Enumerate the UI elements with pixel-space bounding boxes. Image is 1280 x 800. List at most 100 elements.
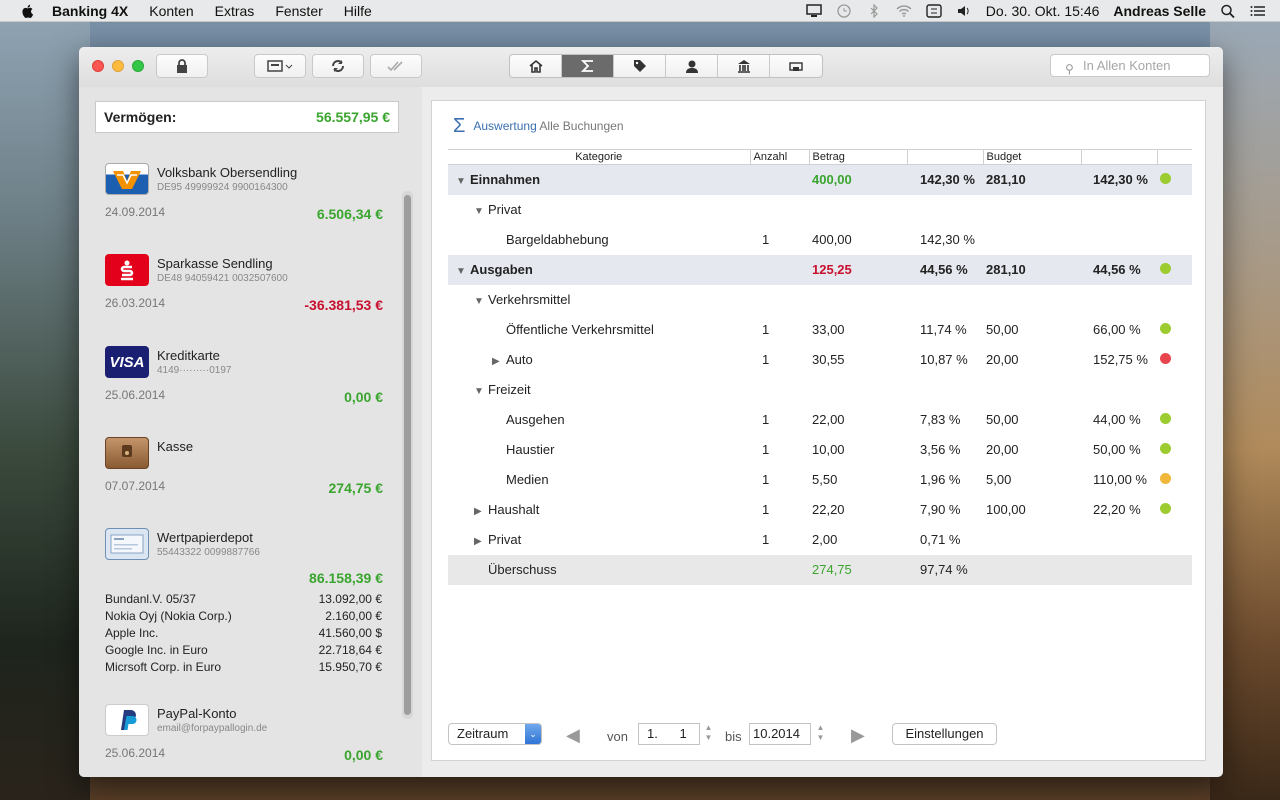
spotlight-icon[interactable] [1220, 4, 1236, 18]
zoom-button[interactable] [132, 60, 144, 72]
disclosure-open-icon[interactable]: ▼ [456, 176, 470, 187]
category-cell: Ausgehen [448, 405, 750, 435]
table-row[interactable]: ▼ Privat [448, 195, 1192, 225]
table-row[interactable]: Medien 1 5,50 1,96 % 5,00 110,00 % [448, 465, 1192, 495]
notification-center-icon[interactable] [1250, 4, 1266, 18]
search-placeholder: In Allen Konten [1083, 58, 1171, 73]
col-status[interactable] [1157, 149, 1192, 165]
evaluation-subtitle: Alle Buchungen [539, 119, 624, 133]
scrollbar-thumb[interactable] [404, 195, 411, 715]
period-select[interactable]: Zeitraum ⌄ [448, 723, 542, 745]
account-balance: -36.381,53 € [304, 297, 383, 313]
sync-button[interactable] [312, 54, 364, 78]
minimize-button[interactable] [112, 60, 124, 72]
status-cell [1157, 345, 1192, 375]
category-name: Ausgehen [506, 412, 565, 427]
apple-icon[interactable] [20, 3, 36, 19]
disclosure-open-icon[interactable]: ▼ [456, 266, 470, 277]
disclosure-closed-icon[interactable]: ▶ [474, 536, 488, 547]
from-date-stepper[interactable]: ▲ ▼ [703, 723, 714, 745]
table-row[interactable]: ▶ Auto 1 30,55 10,87 % 20,00 152,75 % [448, 345, 1192, 375]
to-date-stepper[interactable]: ▲ ▼ [815, 723, 826, 745]
tab-home[interactable] [510, 55, 562, 77]
menu-konten[interactable]: Konten [149, 3, 193, 19]
table-row[interactable]: ▼ Verkehrsmittel [448, 285, 1192, 315]
menu-extras[interactable]: Extras [215, 3, 255, 19]
table-row[interactable]: Öffentliche Verkehrsmittel 1 33,00 11,74 % 5… [448, 315, 1192, 345]
printer-icon [789, 62, 803, 71]
holding-row[interactable]: Micrsoft Corp. in Euro 15.950,70 € [105, 660, 382, 674]
previous-period-arrow[interactable]: ◀ [566, 726, 580, 744]
tab-banks[interactable] [718, 55, 770, 77]
close-button[interactable] [92, 60, 104, 72]
disclosure-open-icon[interactable]: ▼ [474, 296, 488, 307]
disclosure-open-icon[interactable]: ▼ [474, 386, 488, 397]
table-row[interactable]: ▼ Einnahmen 400,00 142,30 % 281,10 142,30 % [448, 164, 1192, 195]
account-name: Sparkasse Sendling [157, 256, 273, 271]
col-kategorie[interactable]: Kategorie [448, 149, 751, 165]
amount-cell: 400,00 [809, 164, 907, 195]
menubar-user[interactable]: Andreas Selle [1113, 3, 1206, 19]
bluetooth-icon[interactable] [866, 3, 882, 18]
menu-fenster[interactable]: Fenster [275, 3, 322, 19]
lock-button[interactable] [156, 54, 208, 78]
budget-cell: 281,10 [983, 164, 1081, 195]
menu-hilfe[interactable]: Hilfe [344, 3, 372, 19]
table-row[interactable]: ▶ Haushalt 1 22,20 7,90 % 100,00 22,20 % [448, 495, 1192, 525]
col-anzahl[interactable]: Anzahl [750, 149, 810, 165]
period-select-value: Zeitraum [457, 726, 509, 741]
search-field[interactable]: ⚲ In Allen Konten [1050, 54, 1210, 77]
col-betrag[interactable]: Betrag [809, 149, 908, 165]
settings-button[interactable]: Einstellungen [892, 723, 997, 745]
holding-value: 13.092,00 € [318, 592, 382, 606]
table-row[interactable]: ▶ Privat 1 2,00 0,71 % [448, 525, 1192, 555]
holding-row[interactable]: Apple Inc. 41.560,00 $ [105, 626, 382, 640]
view-switcher [509, 54, 823, 78]
table-row[interactable]: ▼ Ausgaben 125,25 44,56 % 281,10 44,56 % [448, 254, 1192, 285]
budget-pct-cell [1081, 285, 1157, 315]
col-betrag-pct[interactable] [907, 149, 984, 165]
to-date-field[interactable]: 10.2014 [749, 723, 811, 745]
tab-print[interactable] [770, 55, 822, 77]
table-row[interactable]: Ausgehen 1 22,00 7,83 % 50,00 44,00 % [448, 405, 1192, 435]
from-date-field[interactable]: 1. 1 [638, 723, 700, 745]
category-cell: Medien [448, 465, 750, 495]
menubar-clock[interactable]: Do. 30. Okt. 15:46 [986, 3, 1100, 19]
col-budget-pct[interactable] [1081, 149, 1158, 165]
account-name: Kasse [157, 439, 194, 454]
sidebar-scrollbar[interactable] [402, 191, 413, 719]
table-row[interactable]: ▼ Freizeit [448, 375, 1192, 405]
evaluation-title: Auswertung [473, 119, 537, 133]
holding-row[interactable]: Nokia Oyj (Nokia Corp.) 2.160,00 € [105, 609, 382, 623]
table-row[interactable]: Bargeldabhebung 1 400,00 142,30 % [448, 225, 1192, 255]
col-budget[interactable]: Budget [983, 149, 1082, 165]
disclosure-open-icon[interactable]: ▼ [474, 206, 488, 217]
count-cell: 1 [762, 532, 770, 547]
wifi-icon[interactable] [896, 4, 912, 18]
table-header: Kategorie Anzahl Betrag Budget [448, 149, 1192, 165]
keyboard-icon[interactable] [926, 3, 942, 18]
time-machine-icon[interactable] [836, 3, 852, 18]
search-icon: ⚲ [1065, 62, 1074, 76]
disclosure-closed-icon[interactable]: ▶ [474, 506, 488, 517]
mark-read-button[interactable] [370, 54, 422, 78]
period-controls: Zeitraum ⌄ ◀ von 1. 1 ▲ ▼ bis 10.2014 ▲ ▼ ▶… [448, 723, 1192, 747]
table-row[interactable]: Haustier 1 10,00 3,56 % 20,00 50,00 % [448, 435, 1192, 465]
category-cell: ▼ Ausgaben [448, 254, 750, 285]
table-row[interactable]: Überschuss 274,75 97,74 % [448, 554, 1192, 585]
amount-cell [809, 375, 907, 405]
count-cell: 1 [762, 412, 770, 427]
category-name: Medien [506, 472, 549, 487]
disclosure-closed-icon[interactable]: ▶ [492, 356, 506, 367]
display-icon[interactable] [806, 3, 822, 18]
category-cell: ▼ Freizeit [448, 375, 750, 405]
tab-contacts[interactable] [666, 55, 718, 77]
next-period-arrow[interactable]: ▶ [851, 726, 865, 744]
volume-icon[interactable] [956, 4, 972, 18]
transfer-menu-button[interactable] [254, 54, 306, 78]
holding-row[interactable]: Bundanl.V. 05/37 13.092,00 € [105, 592, 382, 606]
holding-row[interactable]: Google Inc. in Euro 22.718,64 € [105, 643, 382, 657]
app-menu[interactable]: Banking 4X [52, 3, 128, 19]
tab-categories[interactable] [614, 55, 666, 77]
tab-evaluation[interactable] [562, 55, 614, 77]
